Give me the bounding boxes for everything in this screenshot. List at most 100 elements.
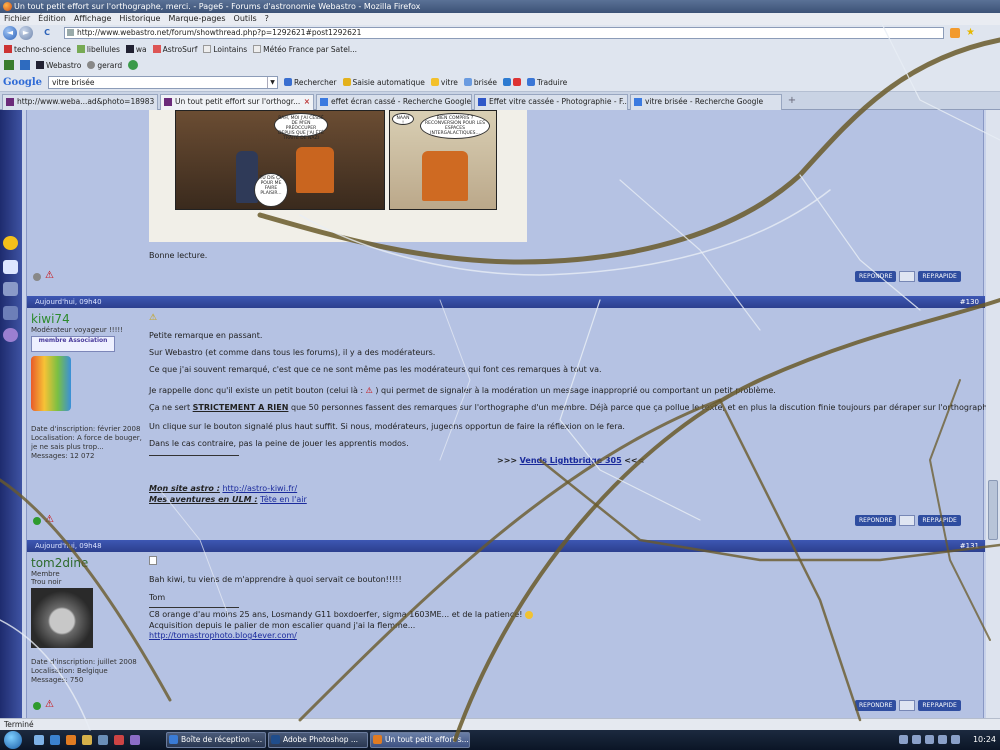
reply-button[interactable]: REPONDRE xyxy=(855,700,897,711)
quote-button[interactable] xyxy=(899,515,916,526)
signature-link[interactable]: http://astro-kiwi.fr/ xyxy=(222,484,297,493)
desktop-icon[interactable] xyxy=(34,735,44,745)
join-date: Date d'inscription: juillet 2008 xyxy=(31,658,137,666)
image-icon[interactable] xyxy=(3,282,18,296)
folder-icon[interactable] xyxy=(82,735,92,745)
tab-google-vitre[interactable]: vitre brisée - Recherche Google xyxy=(630,94,782,110)
app-icon[interactable] xyxy=(130,735,140,745)
chevron-down-icon[interactable]: ▼ xyxy=(267,76,277,88)
task-photoshop[interactable]: Adobe Photoshop ... xyxy=(268,732,368,748)
firefox-icon[interactable] xyxy=(66,735,76,745)
post-number[interactable]: #131 xyxy=(960,540,979,552)
reply-button[interactable]: REPONDRE xyxy=(855,271,897,282)
username[interactable]: tom2dine xyxy=(31,556,147,570)
bookmark-webastro[interactable]: Webastro xyxy=(36,61,81,70)
addon-icon[interactable] xyxy=(4,60,14,70)
highlight-vitre[interactable]: vitre xyxy=(430,78,458,87)
clock[interactable]: 10:24 xyxy=(973,730,996,750)
start-button[interactable] xyxy=(4,731,22,749)
bookmark-techno-science[interactable]: techno-science xyxy=(4,45,71,54)
calendar-icon[interactable] xyxy=(3,260,18,274)
menu-edit[interactable]: Édition xyxy=(38,13,66,25)
menu-help[interactable]: ? xyxy=(265,13,269,25)
quote-button[interactable] xyxy=(899,271,916,282)
star-icon[interactable] xyxy=(3,236,18,250)
comic-figure xyxy=(296,147,334,193)
tab-label: http://www.weba...ad&photo=18983 xyxy=(17,97,155,106)
rss-icon[interactable] xyxy=(950,28,960,38)
tab-label: Effet vitre cassée - Photographie - F... xyxy=(489,97,628,106)
astrosurf-icon xyxy=(152,45,161,53)
translate-button[interactable]: Traduire xyxy=(526,78,567,87)
tool-icon[interactable] xyxy=(3,306,18,320)
bookmark-libellules[interactable]: libellules xyxy=(76,45,120,54)
webastro-icon xyxy=(125,45,134,53)
report-warning-icon[interactable]: ⚠ xyxy=(45,699,54,710)
star-icon[interactable]: ★ xyxy=(966,28,976,38)
report-warning-icon[interactable]: ⚠ xyxy=(45,514,54,525)
comic-image: BAH, MOI J'AI CESSÉ DE M'EN PRÉOCCUPER D… xyxy=(149,110,527,242)
network-icon[interactable] xyxy=(925,735,934,744)
join-date: Date d'inscription: février 2008 xyxy=(31,425,141,433)
bookmark-meteo-france[interactable]: Météo France par Satel... xyxy=(253,45,357,54)
menu-history[interactable]: Historique xyxy=(119,13,160,25)
tray-icon[interactable] xyxy=(899,735,908,744)
scrollbar-thumb[interactable] xyxy=(988,480,998,540)
autofill-button[interactable]: Saisie automatique xyxy=(342,78,425,87)
tab-photographie[interactable]: Effet vitre cassée - Photographie - F... xyxy=(474,94,628,110)
username[interactable]: kiwi74 xyxy=(31,312,147,326)
quote-button[interactable] xyxy=(899,700,916,711)
signature-link[interactable]: http://tomastrophoto.blog4ever.com/ xyxy=(149,631,297,640)
task-mail[interactable]: Boîte de réception -... xyxy=(166,732,266,748)
signature-link[interactable]: Tête en l'air xyxy=(260,495,307,504)
signature-line: C8 orange d'au moins 25 ans, Losmandy G1… xyxy=(149,610,533,619)
tray-icon[interactable] xyxy=(951,735,960,744)
app-icon[interactable] xyxy=(98,735,108,745)
new-tab-button[interactable]: + xyxy=(784,94,800,108)
quick-reply-button[interactable]: REP.RAPIDE xyxy=(918,271,961,282)
post-line: Dans le cas contraire, pas la peine de j… xyxy=(149,439,409,448)
vertical-scrollbar[interactable] xyxy=(986,110,1000,718)
sale-link[interactable]: Vends Lightbridge 305 xyxy=(520,456,622,465)
back-button[interactable]: ◄ xyxy=(3,26,17,40)
volume-icon[interactable] xyxy=(938,735,947,744)
bookmark-label: wa xyxy=(135,44,147,54)
bookmark-lointains[interactable]: Lointains xyxy=(203,45,247,54)
close-icon[interactable]: × xyxy=(304,95,310,109)
menu-bookmarks[interactable]: Marque-pages xyxy=(168,13,225,25)
app-icon[interactable] xyxy=(114,735,124,745)
google-search-button[interactable]: Rechercher xyxy=(284,78,337,87)
post-date: Aujourd'hui, 09h48 xyxy=(35,542,102,550)
report-warning-icon[interactable]: ⚠ xyxy=(45,270,54,281)
globe-icon[interactable] xyxy=(128,60,139,70)
bookmark-astrosurf[interactable]: AstroSurf xyxy=(152,45,197,54)
highlight-icon xyxy=(463,78,472,86)
firefox-icon xyxy=(373,735,382,744)
bookmark-gerard[interactable]: gerard xyxy=(87,61,122,70)
ie-icon[interactable] xyxy=(50,735,60,745)
task-firefox[interactable]: Un tout petit effort s... xyxy=(370,732,470,748)
quick-reply-button[interactable]: REP.RAPIDE xyxy=(918,515,961,526)
tab-google-ecran[interactable]: effet écran cassé - Recherche Google xyxy=(316,94,472,110)
menu-file[interactable]: Fichier xyxy=(4,13,30,25)
url-bar[interactable]: http://www.webastro.net/forum/showthread… xyxy=(64,27,944,39)
quick-reply-button[interactable]: REP.RAPIDE xyxy=(918,700,961,711)
settings-icon[interactable] xyxy=(20,60,30,70)
window-title: Un tout petit effort sur l'orthographe, … xyxy=(14,2,421,11)
tab-forum-thread[interactable]: Un tout petit effort sur l'orthogr... × xyxy=(160,94,314,110)
reply-button[interactable]: REPONDRE xyxy=(855,515,897,526)
forward-button[interactable]: ► xyxy=(19,26,33,40)
reload-button[interactable]: C xyxy=(40,26,54,40)
bookmark-wa[interactable]: wa xyxy=(125,44,147,54)
menu-tools[interactable]: Outils xyxy=(234,13,257,25)
tab-photo[interactable]: http://www.weba...ad&photo=18983 xyxy=(2,94,158,110)
message-count: Messages: 750 xyxy=(31,676,84,684)
google-search-input[interactable]: vitre brisée ▼ xyxy=(48,75,279,89)
tray-icon[interactable] xyxy=(912,735,921,744)
smiley-icon[interactable] xyxy=(3,328,18,342)
post-number[interactable]: #130 xyxy=(960,296,979,308)
gmail-button[interactable] xyxy=(502,78,521,86)
highlight-brisee[interactable]: brisée xyxy=(463,78,497,87)
menu-view[interactable]: Affichage xyxy=(74,13,112,25)
signature-line: Mes aventures en ULM : Tête en l'air xyxy=(149,495,307,504)
